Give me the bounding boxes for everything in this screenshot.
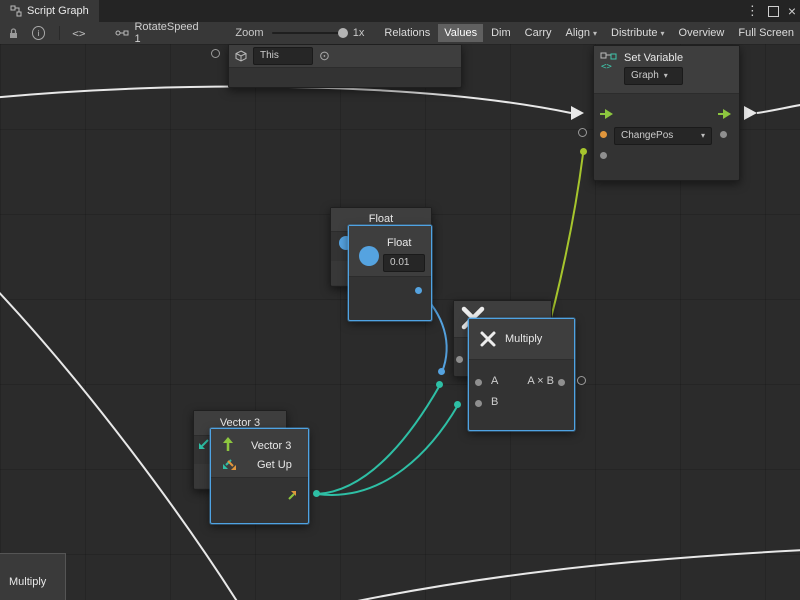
code-view-icon[interactable]: <> xyxy=(72,27,85,40)
graph-name[interactable]: RotateSpeed 1 xyxy=(134,22,203,45)
this-node[interactable]: This ⊙ xyxy=(228,44,462,88)
variable-icon: <> xyxy=(600,52,618,93)
chevron-down-icon: ▾ xyxy=(593,29,597,38)
this-object-chip[interactable]: This xyxy=(253,47,313,65)
unity-visual-scripting-window: Script Graph ⋮ × i <> RotateSpeed 1 Zoom… xyxy=(0,0,800,600)
wire-endpoint-green xyxy=(580,148,587,155)
close-icon[interactable]: × xyxy=(788,3,796,19)
align-dropdown-button[interactable]: Align▾ xyxy=(560,24,603,42)
output-port[interactable] xyxy=(558,379,565,386)
node-title: Float xyxy=(387,237,411,249)
window-menu-icon[interactable]: ⋮ xyxy=(746,3,759,19)
object-picker-icon[interactable]: ⊙ xyxy=(319,48,330,64)
tab-bar: Script Graph ⋮ × xyxy=(0,0,800,23)
chevron-down-icon: ▾ xyxy=(661,29,665,38)
fullscreen-button[interactable]: Full Screen xyxy=(732,24,800,42)
tab-script-graph[interactable]: Script Graph xyxy=(0,0,99,22)
graph-asset-icon xyxy=(115,27,129,39)
wire-endpoint-blue xyxy=(438,368,445,375)
multiply-icon xyxy=(479,330,497,348)
node-title: Vector 3 xyxy=(251,440,291,452)
node-title: Set Variable xyxy=(624,52,683,64)
input-b-port[interactable] xyxy=(475,400,482,407)
node-title: Float xyxy=(369,213,393,225)
chevron-down-icon: ▾ xyxy=(701,129,705,143)
set-variable-node[interactable]: <> Set Variable Graph▾ ChangePos▾ xyxy=(593,45,740,181)
zoom-label: Zoom xyxy=(235,27,263,39)
vector-arrows-icon xyxy=(221,459,237,472)
float-node[interactable]: Float 0.01 xyxy=(348,225,432,321)
node-title: Multiply xyxy=(9,576,46,588)
node-title: Multiply xyxy=(505,333,542,345)
zoom-slider[interactable] xyxy=(272,32,345,34)
multiply-node-corner[interactable]: Multiply xyxy=(0,553,66,600)
float-type-icon xyxy=(359,246,379,266)
vector3-type-icon xyxy=(197,437,211,451)
input-a-port[interactable] xyxy=(475,379,482,386)
port-ring[interactable] xyxy=(577,376,586,385)
toolbar-separator xyxy=(59,26,60,40)
variable-name-dropdown[interactable]: ChangePos▾ xyxy=(614,127,712,145)
variable-name-port[interactable] xyxy=(600,131,607,138)
get-up-output-port[interactable] xyxy=(313,490,320,497)
maximize-icon[interactable] xyxy=(768,6,779,17)
graph-toolbar: i <> RotateSpeed 1 Zoom 1x Relations Val… xyxy=(0,22,800,45)
input-port[interactable] xyxy=(456,356,463,363)
flow-arrow-out xyxy=(744,106,757,120)
svg-text:<>: <> xyxy=(601,62,612,70)
overview-button[interactable]: Overview xyxy=(673,24,731,42)
input-b-label: B xyxy=(491,396,498,408)
cube-icon xyxy=(235,50,247,62)
operation-label: Get Up xyxy=(257,459,292,471)
input-a-label: A xyxy=(491,375,498,387)
get-up-node[interactable]: Vector 3 Get Up xyxy=(210,428,309,524)
chevron-down-icon: ▾ xyxy=(664,69,668,83)
carry-button[interactable]: Carry xyxy=(519,24,558,42)
wire-endpoint-teal xyxy=(454,401,461,408)
port-ring[interactable] xyxy=(211,49,220,58)
multiply-node[interactable]: Multiply A A × B B xyxy=(468,318,575,431)
zoom-value: 1x xyxy=(353,27,365,39)
wire-endpoint-teal xyxy=(436,381,443,388)
script-graph-icon xyxy=(10,5,22,17)
float-output-port[interactable] xyxy=(415,287,422,294)
value-input-port[interactable] xyxy=(600,152,607,159)
up-arrow-icon xyxy=(221,436,235,452)
info-icon[interactable]: i xyxy=(32,26,45,40)
graph-canvas[interactable]: This ⊙ <> Set Variable Graph▾ xyxy=(0,44,800,600)
vector3-output-icon xyxy=(285,489,298,501)
port-ring[interactable] xyxy=(578,128,587,137)
this-node-body xyxy=(229,68,461,86)
distribute-dropdown-button[interactable]: Distribute▾ xyxy=(605,24,670,42)
dim-button[interactable]: Dim xyxy=(485,24,517,42)
values-button[interactable]: Values xyxy=(438,24,483,42)
relations-button[interactable]: Relations xyxy=(378,24,436,42)
tab-title: Script Graph xyxy=(27,5,89,17)
zoom-slider-handle[interactable] xyxy=(338,28,348,38)
flow-output-port[interactable] xyxy=(718,108,732,120)
lock-icon[interactable] xyxy=(8,27,19,39)
flow-input-port[interactable] xyxy=(600,108,614,120)
variable-scope-dropdown[interactable]: Graph▾ xyxy=(624,67,683,85)
flow-arrow-in xyxy=(571,106,584,120)
output-label: A × B xyxy=(527,375,554,387)
output-value-port[interactable] xyxy=(720,131,727,138)
float-value-input[interactable]: 0.01 xyxy=(383,254,425,272)
